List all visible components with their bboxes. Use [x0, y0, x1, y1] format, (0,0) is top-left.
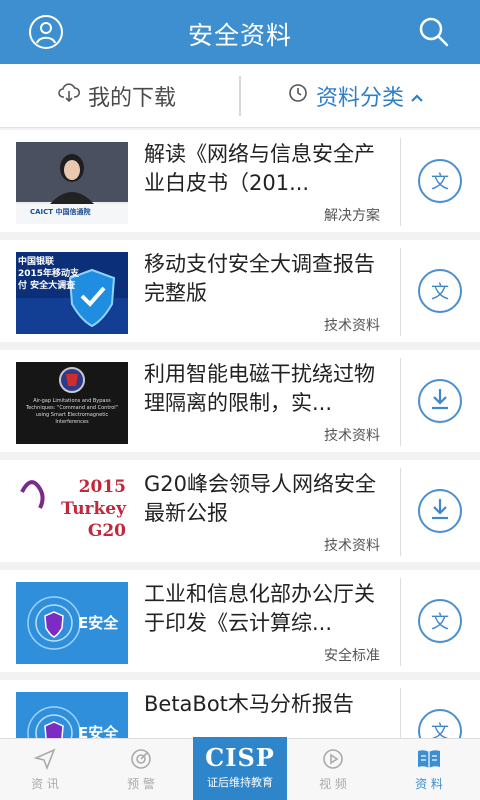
tab-my-downloads[interactable]: 我的下载	[58, 64, 176, 128]
thumbnail-caption: E安全	[78, 724, 119, 738]
item-thumbnail: Air-gap Limitations and Bypass Technique…	[16, 362, 128, 444]
thumbnail-caption: E安全	[78, 614, 119, 632]
item-title: 解读《网络与信息安全产业白皮书（201...	[144, 142, 375, 195]
read-document-button[interactable]: 文	[418, 709, 462, 738]
download-button[interactable]	[418, 379, 462, 423]
app-header: 安全资料	[0, 0, 480, 64]
read-document-button[interactable]: 文	[418, 269, 462, 313]
item-title: G20峰会领导人网络安全最新公报	[144, 472, 376, 525]
item-title: 工业和信息化部办公厅关于印发《云计算综...	[144, 582, 375, 635]
tab-categories[interactable]: 资料分类	[288, 64, 432, 128]
nav-video[interactable]: 视 频	[288, 739, 378, 800]
nav-docs-label: 资 料	[415, 777, 443, 791]
item-category: 技术资料	[324, 318, 380, 334]
send-icon	[0, 747, 90, 771]
list-item[interactable]: 2015 Turkey G20 G20峰会领导人网络安全最新公报 技术资料	[0, 460, 480, 562]
book-icon	[384, 747, 474, 771]
list-item[interactable]: E安全 工业和信息化部办公厅关于印发《云计算综... 安全标准 文	[0, 570, 480, 672]
page-title: 安全资料	[187, 21, 292, 50]
list-item[interactable]: CAICT 中国信通院 解读《网络与信息安全产业白皮书（201... 解决方案 …	[0, 130, 480, 232]
download-icon	[429, 387, 451, 416]
thumbnail-caption: 2015 Turkey G20	[61, 477, 126, 541]
item-category: 技术资料	[324, 538, 380, 554]
nav-cisp-education[interactable]: CISP 证后维持教育	[193, 737, 287, 800]
tab-categories-label: 资料分类	[316, 86, 405, 111]
item-title: 移动支付安全大调查报告完整版	[144, 252, 375, 305]
chevron-up-icon	[410, 84, 432, 109]
search-icon[interactable]	[416, 14, 452, 50]
cisp-logo-text: CISP	[205, 743, 275, 772]
item-divider	[400, 578, 401, 666]
item-divider	[400, 138, 401, 226]
tab-divider	[239, 76, 241, 116]
download-button[interactable]	[418, 489, 462, 533]
item-divider	[400, 688, 401, 738]
read-document-button[interactable]: 文	[418, 599, 462, 643]
play-circle-icon	[288, 747, 378, 771]
filter-bar: 我的下载 资料分类	[0, 64, 480, 128]
item-thumbnail: CAICT 中国信通院	[16, 142, 128, 224]
item-thumbnail: E安全	[16, 692, 128, 738]
item-title: 利用智能电磁干扰绕过物理隔离的限制，实...	[144, 362, 375, 415]
item-thumbnail: 2015 Turkey G20	[16, 472, 128, 554]
download-icon	[429, 497, 451, 526]
nav-news-label: 资 讯	[31, 777, 59, 791]
thumbnail-caption: CAICT 中国信通院	[30, 208, 91, 216]
radar-icon	[96, 747, 186, 771]
list-item[interactable]: 中国银联 2015年移动支付 安全大调查 移动支付安全大调查报告完整版 技术资料…	[0, 240, 480, 342]
nav-news[interactable]: 资 讯	[0, 739, 90, 800]
item-title: BetaBot木马分析报告	[144, 692, 354, 716]
cloud-download-icon	[58, 82, 88, 110]
tab-my-downloads-label: 我的下载	[88, 86, 177, 111]
nav-alerts-label: 预 警	[127, 777, 155, 791]
thumbnail-caption: Air-gap Limitations and Bypass Technique…	[25, 398, 118, 425]
item-thumbnail: 中国银联 2015年移动支付 安全大调查	[16, 252, 128, 334]
nav-alerts[interactable]: 预 警	[96, 739, 186, 800]
item-category: 安全标准	[324, 648, 380, 664]
clock-icon	[288, 83, 316, 109]
bottom-navigation: 资 讯 预 警 CISP 证后维持教育 视 频 资 料	[0, 737, 480, 800]
read-document-button[interactable]: 文	[418, 159, 462, 203]
item-thumbnail: E安全	[16, 582, 128, 664]
nav-docs[interactable]: 资 料	[384, 739, 474, 800]
list-item[interactable]: E安全 BetaBot木马分析报告 文	[0, 680, 480, 738]
thumbnail-caption: 中国银联 2015年移动支付 安全大调查	[18, 257, 80, 291]
item-divider	[400, 358, 401, 446]
nav-video-label: 视 频	[319, 777, 347, 791]
cisp-subtitle: 证后维持教育	[207, 776, 273, 789]
item-divider	[400, 468, 401, 556]
item-divider	[400, 248, 401, 336]
item-category: 解决方案	[324, 208, 380, 224]
list-item[interactable]: Air-gap Limitations and Bypass Technique…	[0, 350, 480, 452]
item-category: 技术资料	[324, 428, 380, 444]
document-list: CAICT 中国信通院 解读《网络与信息安全产业白皮书（201... 解决方案 …	[0, 128, 480, 738]
